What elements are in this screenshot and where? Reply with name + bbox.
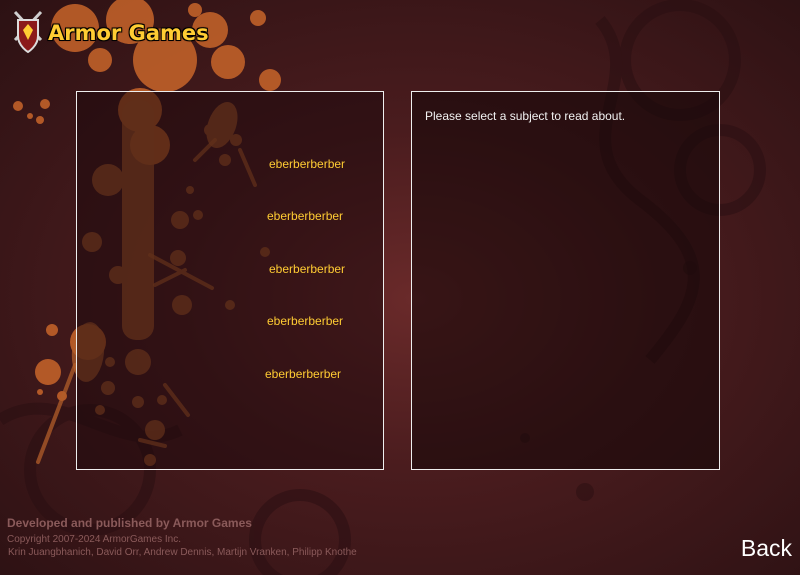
subject-link[interactable]: eberberberber (265, 367, 341, 381)
subject-link[interactable]: eberberberber (267, 314, 343, 328)
info-panel: Please select a subject to read about. (411, 91, 720, 470)
info-prompt: Please select a subject to read about. (425, 109, 626, 123)
subject-link[interactable]: eberberberber (269, 262, 345, 276)
brand-name: Armor Games (48, 21, 209, 45)
team-credits: Krin Juangbhanich, David Orr, Andrew Den… (8, 547, 357, 558)
subject-link[interactable]: eberberberber (269, 157, 345, 171)
developer-credit: Developed and published by Armor Games (7, 516, 252, 530)
back-button[interactable]: Back (741, 535, 792, 562)
copyright: Copyright 2007-2024 ArmorGames Inc. (7, 534, 181, 545)
footer: Developed and published by Armor Games C… (7, 516, 357, 558)
shield-swords-icon (13, 10, 43, 54)
subject-link[interactable]: eberberberber (267, 209, 343, 223)
armor-games-logo[interactable]: Armor Games (12, 10, 209, 56)
subjects-panel: eberberberber eberberberber eberberberbe… (76, 91, 384, 470)
